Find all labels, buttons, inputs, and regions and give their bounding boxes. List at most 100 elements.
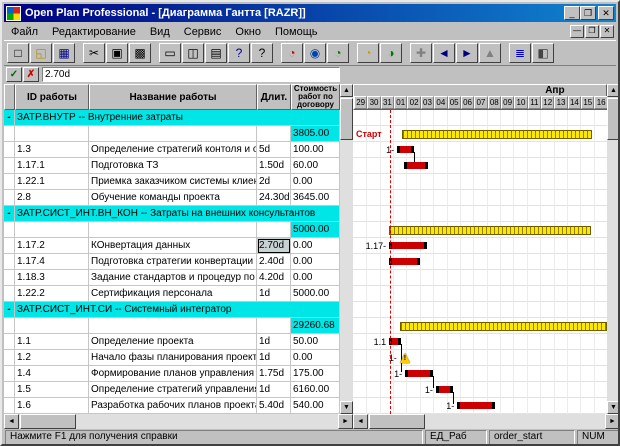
task-bar[interactable] xyxy=(389,242,426,249)
name-cell[interactable]: Разработка рабочих планов проекта xyxy=(89,398,257,414)
confirm-edit-button[interactable]: ✓ xyxy=(6,67,22,82)
cost-cell[interactable]: 0.00 xyxy=(291,350,340,366)
cost-cell[interactable]: 0.00 xyxy=(291,238,340,254)
outline-marker[interactable] xyxy=(4,366,15,382)
group-title-cell[interactable]: ЗАТР.СИСТ_ИНТ.ВН_КОН -- Затраты на внешн… xyxy=(15,206,340,222)
outline-marker[interactable]: - xyxy=(4,302,15,318)
id-cell[interactable] xyxy=(15,318,89,334)
save-file-button[interactable]: ▦ xyxy=(53,43,75,63)
table-row[interactable]: 1.18.3Задание стандартов и процедур по д… xyxy=(4,270,340,286)
duration-cell[interactable]: 24.30d xyxy=(257,190,291,206)
table-row[interactable]: 1.5Определение стратегий управления и1d6… xyxy=(4,382,340,398)
duration-cell[interactable]: 5.40d xyxy=(257,398,291,414)
table-vscrollbar[interactable]: ▲ ▼ xyxy=(340,84,353,414)
duration-cell[interactable]: 5d xyxy=(257,142,291,158)
outline-marker[interactable] xyxy=(4,382,15,398)
outline-marker[interactable]: - xyxy=(4,206,15,222)
summary-bar[interactable] xyxy=(400,322,607,331)
header-id[interactable]: ID работы xyxy=(15,84,89,110)
menu-window[interactable]: Окно xyxy=(228,24,268,40)
name-cell[interactable]: Задание стандартов и процедур по д xyxy=(89,270,257,286)
context-help-button[interactable]: ? xyxy=(251,43,273,63)
clock-baseline-button[interactable]: ◔ xyxy=(357,43,379,63)
name-cell[interactable]: Сертификация персонала xyxy=(89,286,257,302)
gantt-vscrollbar[interactable]: ▲ ▼ xyxy=(607,84,620,414)
cost-cell[interactable]: 60.00 xyxy=(291,158,340,174)
add-activity-button[interactable]: ✚ xyxy=(410,43,432,63)
cost-cell[interactable]: 3805.00 xyxy=(291,126,340,142)
task-bar[interactable] xyxy=(405,370,433,377)
menu-tools[interactable]: Сервис xyxy=(177,24,229,40)
name-cell[interactable] xyxy=(89,126,257,142)
cost-cell[interactable]: 50.00 xyxy=(291,334,340,350)
name-cell[interactable]: Определение стратегий контоля и отч xyxy=(89,142,257,158)
id-cell[interactable]: 1.22.1 xyxy=(15,174,89,190)
name-cell[interactable]: Подготовка ТЗ xyxy=(89,158,257,174)
name-cell[interactable]: КОнвертация данных xyxy=(89,238,257,254)
cost-cell[interactable]: 540.00 xyxy=(291,398,340,414)
outline-marker[interactable] xyxy=(4,286,15,302)
name-cell[interactable]: Формирование планов управления xyxy=(89,366,257,382)
help-button[interactable]: ? xyxy=(228,43,250,63)
task-bar[interactable] xyxy=(404,162,428,169)
new-file-button[interactable]: □ xyxy=(7,43,29,63)
table-row[interactable]: -ЗАТР.ВНУТР -- Внутренние затраты xyxy=(4,110,340,126)
cost-cell[interactable]: 5000.00 xyxy=(291,222,340,238)
duration-cell[interactable]: 4.20d xyxy=(257,270,291,286)
duration-cell[interactable]: 1.75d xyxy=(257,366,291,382)
task-bar[interactable] xyxy=(389,338,401,345)
id-cell[interactable]: 1.4 xyxy=(15,366,89,382)
scroll-right-icon[interactable]: ► xyxy=(605,414,620,429)
name-cell[interactable] xyxy=(89,222,257,238)
task-bar[interactable] xyxy=(389,258,420,265)
outline-marker[interactable] xyxy=(4,222,15,238)
scroll-down-icon[interactable]: ▼ xyxy=(607,401,620,414)
table-row[interactable]: -ЗАТР.СИСТ_ИНТ.ВН_КОН -- Затраты на внеш… xyxy=(4,206,340,222)
duration-cell[interactable] xyxy=(257,318,291,334)
table-row[interactable]: 1.22.2Сертификация персонала1d5000.00 xyxy=(4,286,340,302)
outline-marker[interactable] xyxy=(4,190,15,206)
name-cell[interactable]: Обучение команды проекта xyxy=(89,190,257,206)
outline-marker[interactable] xyxy=(4,238,15,254)
outline-marker[interactable] xyxy=(4,142,15,158)
duration-cell[interactable]: 1.50d xyxy=(257,158,291,174)
menu-edit[interactable]: Редактирование xyxy=(45,24,143,40)
cost-cell[interactable]: 6160.00 xyxy=(291,382,340,398)
group-title-cell[interactable]: ЗАТР.СИСТ_ИНТ.СИ -- Системный интегратор xyxy=(15,302,340,318)
window-minimize-button[interactable]: _ xyxy=(564,6,580,20)
table-hscrollbar[interactable]: ◄ ► xyxy=(4,414,353,429)
open-file-button[interactable]: ◱ xyxy=(30,43,52,63)
print-preview-button[interactable]: ◫ xyxy=(182,43,204,63)
window-close-button[interactable]: ✕ xyxy=(598,6,614,20)
name-cell[interactable]: Начало фазы планирования проекта xyxy=(89,350,257,366)
table-row[interactable]: 1.6Разработка рабочих планов проекта5.40… xyxy=(4,398,340,414)
table-row[interactable]: 1.1Определение проекта1d50.00 xyxy=(4,334,340,350)
id-cell[interactable]: 1.17.1 xyxy=(15,158,89,174)
outline-marker[interactable] xyxy=(4,398,15,414)
table-row[interactable]: 3805.00 xyxy=(4,126,340,142)
window-maximize-button[interactable]: ❐ xyxy=(580,6,596,20)
outline-marker[interactable] xyxy=(4,350,15,366)
warning-icon[interactable] xyxy=(400,353,410,363)
cost-cell[interactable]: 3645.00 xyxy=(291,190,340,206)
copy-button[interactable]: ▣ xyxy=(106,43,128,63)
cost-cell[interactable]: 0.00 xyxy=(291,174,340,190)
table-row[interactable]: 2.8Обучение команды проекта24.30d3645.00 xyxy=(4,190,340,206)
menu-help[interactable]: Помощь xyxy=(268,24,325,40)
shift-right-button[interactable]: ► xyxy=(456,43,478,63)
cost-cell[interactable]: 29260.68 xyxy=(291,318,340,334)
cost-cell[interactable]: 5000.00 xyxy=(291,286,340,302)
mdi-minimize-button[interactable]: — xyxy=(570,25,584,38)
header-cost[interactable]: Стоимость работ по договору xyxy=(291,84,340,110)
table-row[interactable]: 1.3Определение стратегий контоля и отч5d… xyxy=(4,142,340,158)
duration-cell[interactable]: 2.40d xyxy=(257,254,291,270)
id-cell[interactable]: 1.6 xyxy=(15,398,89,414)
time-now-button[interactable]: ◔ xyxy=(281,43,303,63)
mdi-restore-button[interactable]: ❐ xyxy=(585,25,599,38)
duration-cell[interactable] xyxy=(257,126,291,142)
duration-cell[interactable]: 2d xyxy=(257,174,291,190)
id-cell[interactable]: 1.18.3 xyxy=(15,270,89,286)
table-row[interactable]: 1.22.1Приемка заказчиком системы клиент2… xyxy=(4,174,340,190)
cost-cell[interactable]: 0.00 xyxy=(291,270,340,286)
name-cell[interactable]: Определение стратегий управления и xyxy=(89,382,257,398)
